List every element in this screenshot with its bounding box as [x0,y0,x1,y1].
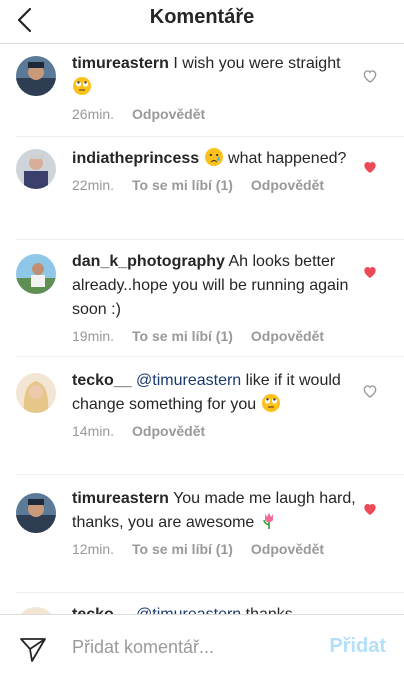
comment-list[interactable]: timureastern I wish you were straight 26… [0,44,404,614]
comment-time: 19min. [72,328,115,344]
tulip-emoji-icon [262,513,273,529]
page-title: Komentáře [149,6,255,28]
comment-item: dan_k_photography Ah looks better alread… [16,240,404,357]
comment-item: tecko__ @timureastern like if it would c… [16,357,404,475]
comment-username[interactable]: timureastern [72,490,169,507]
comment-time: 22min. [72,177,115,193]
comment-meta: 14min. Odpovědět [72,423,357,439]
like-count[interactable]: To se mi líbí (1) [132,328,233,344]
rolling-eyes-emoji-icon [261,394,280,412]
post-button[interactable]: Přidat [329,635,386,658]
reply-button[interactable]: Odpovědět [251,541,324,557]
comment-text: timureastern I wish you were straight [72,52,357,100]
comment-meta: 26min. Odpovědět [72,106,357,122]
comment-username[interactable]: tecko__ [72,606,132,614]
reply-button[interactable]: Odpovědět [132,423,205,439]
avatar[interactable] [16,149,56,189]
mention-link[interactable]: @timureastern [132,372,241,389]
paper-plane-icon[interactable] [18,635,48,665]
comment-item: timureastern I wish you were straight 26… [16,44,404,137]
avatar[interactable] [16,607,56,614]
top-bar: Komentáře [0,0,404,44]
like-count[interactable]: To se mi líbí (1) [132,177,233,193]
comment-text: indiatheprincess what happened? [72,147,357,171]
comment-input[interactable]: Přidat komentář... [72,637,214,658]
comment-time: 26min. [72,106,115,122]
heart-icon-liked[interactable] [362,501,378,517]
avatar[interactable] [16,373,56,413]
comment-text: tecko__ @timureastern thanks [72,603,357,614]
like-count[interactable]: To se mi líbí (1) [132,541,233,557]
comment-time: 14min. [72,423,115,439]
heart-icon[interactable] [362,68,378,84]
comment-time: 12min. [72,541,115,557]
comment-text: timureastern You made me laugh hard, tha… [72,490,356,531]
comment-composer: Přidat komentář... Přidat [0,614,404,680]
heart-icon-liked[interactable] [362,264,378,280]
reply-button[interactable]: Odpovědět [132,106,205,122]
reply-button[interactable]: Odpovědět [251,328,324,344]
comment-meta: 22min. To se mi líbí (1) Odpovědět [72,177,357,193]
reply-button[interactable]: Odpovědět [251,177,324,193]
comment-username[interactable]: tecko__ [72,372,132,389]
heart-icon-liked[interactable] [362,159,378,175]
heart-icon[interactable] [362,383,378,399]
mention-link[interactable]: @timureastern [132,606,241,614]
comment-item: indiatheprincess what happened? 22min. To… [16,137,404,240]
comment-meta: 12min. To se mi líbí (1) Odpovědět [72,541,357,557]
comment-username[interactable]: dan_k_photography [72,253,225,270]
comment-text: dan_k_photography Ah looks better alread… [72,253,349,318]
comment-item: tecko__ @timureastern thanks [16,593,404,614]
comment-item: timureastern You made me laugh hard, tha… [16,475,404,593]
comment-meta: 19min. To se mi líbí (1) Odpovědět [72,328,357,344]
crying-face-emoji-icon [204,148,223,166]
comment-username[interactable]: indiatheprincess [72,150,199,167]
avatar[interactable] [16,254,56,294]
rolling-eyes-emoji-icon [73,77,91,95]
avatar[interactable] [16,56,56,96]
comment-username[interactable]: timureastern [72,55,169,72]
comment-text: tecko__ @timureastern like if it would c… [72,372,341,413]
avatar[interactable] [16,493,56,533]
